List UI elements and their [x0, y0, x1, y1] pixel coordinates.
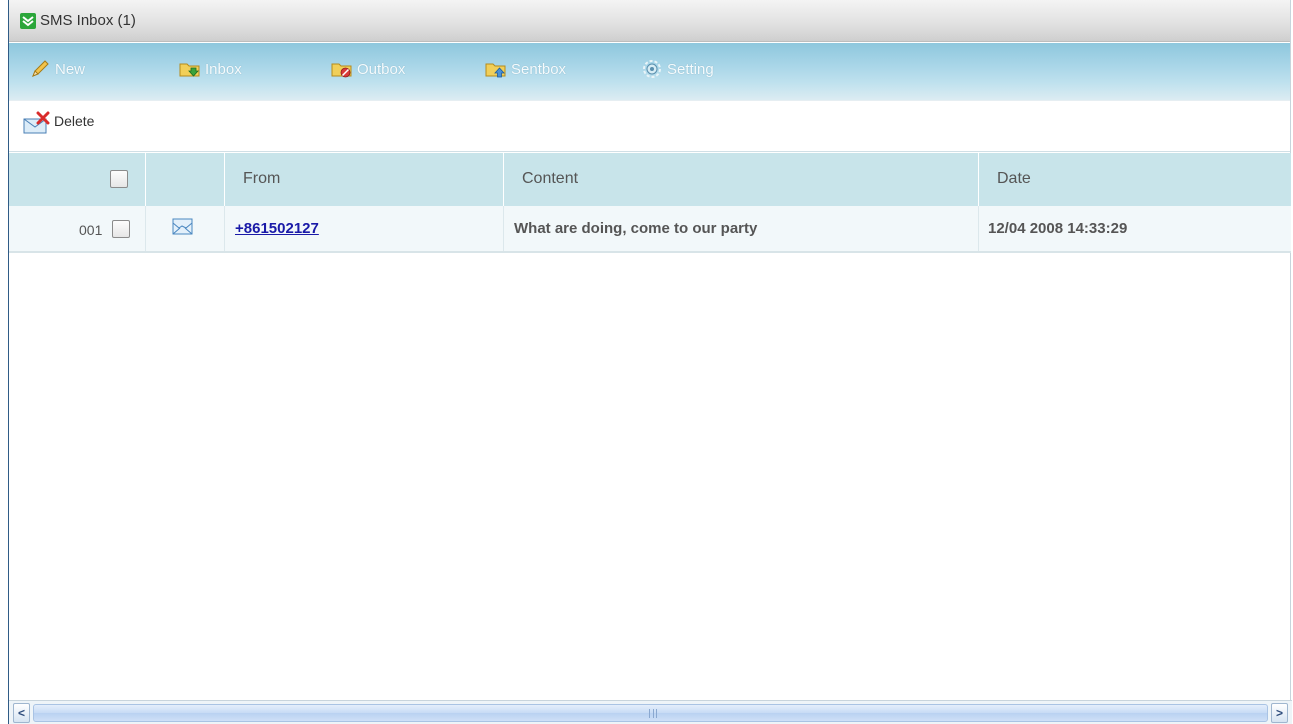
row-icon-cell — [146, 206, 225, 251]
row-content-cell: What are doing, come to our party — [504, 206, 979, 251]
envelope-icon — [172, 218, 193, 235]
header-select-cell — [9, 153, 146, 206]
nav-new-button[interactable]: New — [29, 57, 85, 81]
header-content-label: Content — [522, 170, 579, 187]
header-date[interactable]: Date — [979, 153, 1291, 206]
inbox-folder-icon — [179, 59, 201, 79]
delete-mail-icon — [22, 111, 52, 135]
horizontal-scrollbar[interactable]: < > — [9, 700, 1292, 724]
header-from[interactable]: From — [225, 153, 504, 206]
header-from-label: From — [243, 170, 281, 187]
pencil-icon — [29, 59, 51, 79]
nav-setting-button[interactable]: Setting — [641, 57, 714, 81]
nav-inbox-button[interactable]: Inbox — [179, 57, 242, 81]
action-toolbar: Delete — [9, 100, 1290, 152]
window-title: SMS Inbox (1) — [40, 12, 136, 29]
scroll-right-button[interactable]: > — [1271, 703, 1288, 723]
nav-outbox-button[interactable]: Outbox — [331, 57, 405, 81]
message-table: From Content Date 001 +861502127 What ar… — [9, 153, 1291, 253]
message-content[interactable]: What are doing, come to our party — [514, 220, 757, 237]
scroll-left-button[interactable]: < — [13, 703, 30, 723]
table-header: From Content Date — [9, 153, 1291, 206]
nav-sentbox-label: Sentbox — [511, 60, 567, 78]
header-icon-cell — [146, 153, 225, 206]
row-checkbox[interactable] — [112, 220, 130, 238]
message-date: 12/04 2008 14:33:29 — [988, 220, 1128, 237]
delete-button[interactable]: Delete — [22, 111, 94, 135]
sms-window: SMS Inbox (1) New Inbox Outbox Sentbox S… — [8, 0, 1292, 724]
select-all-checkbox[interactable] — [110, 170, 128, 188]
sender-link[interactable]: +861502127 — [235, 220, 319, 237]
nav-setting-label: Setting — [667, 60, 714, 78]
title-bar: SMS Inbox (1) — [9, 0, 1290, 42]
scrollbar-thumb[interactable] — [33, 704, 1268, 722]
sentbox-folder-icon — [485, 59, 507, 79]
nav-new-label: New — [55, 60, 86, 78]
header-content[interactable]: Content — [504, 153, 979, 206]
delete-label: Delete — [54, 113, 95, 129]
scrollbar-grip-icon — [649, 709, 657, 718]
nav-inbox-label: Inbox — [205, 60, 242, 78]
outbox-folder-icon — [331, 59, 353, 79]
gear-icon — [641, 59, 663, 79]
row-from-cell: +861502127 — [225, 206, 504, 251]
nav-sentbox-button[interactable]: Sentbox — [485, 57, 566, 81]
row-date-cell: 12/04 2008 14:33:29 — [979, 206, 1291, 251]
header-date-label: Date — [997, 170, 1031, 187]
nav-outbox-label: Outbox — [357, 60, 406, 78]
nav-bar: New Inbox Outbox Sentbox Setting — [9, 43, 1290, 100]
table-row[interactable]: 001 +861502127 What are doing, come to o… — [9, 206, 1291, 253]
sms-icon — [20, 13, 36, 29]
row-index: 001 — [79, 222, 103, 238]
row-select-cell: 001 — [9, 206, 146, 251]
